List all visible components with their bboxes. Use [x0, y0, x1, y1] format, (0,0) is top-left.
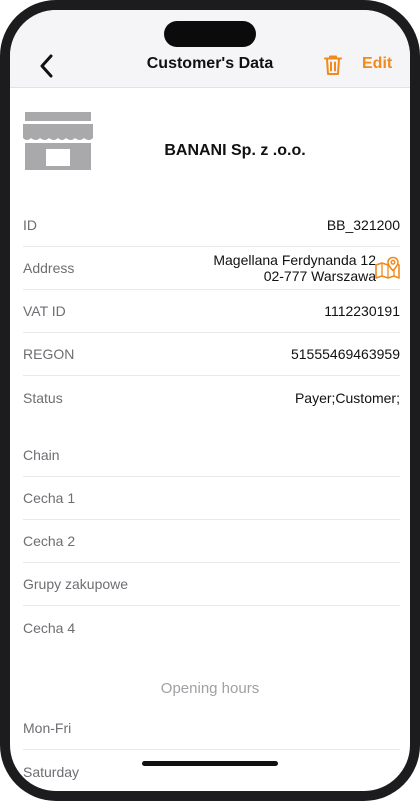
row-label: Grupy zakupowe	[23, 576, 129, 592]
row-label: REGON	[23, 346, 75, 362]
page-title: Customer's Data	[146, 55, 274, 72]
row-label: ID	[23, 217, 37, 233]
back-button[interactable]	[34, 52, 58, 80]
row-value: BB_321200	[326, 217, 400, 233]
row-value: 51555469463959	[290, 346, 400, 362]
store-icon	[23, 112, 93, 170]
opening-hours-title: Opening hours	[160, 680, 260, 697]
row-cecha-1: Cecha 1	[23, 477, 400, 520]
trash-icon	[324, 55, 342, 75]
row-chain: Chain	[23, 434, 400, 477]
customer-name: BANANI Sp. z .o.o.	[164, 142, 306, 159]
address-line-2: 02-777 Warszawa	[263, 268, 376, 284]
map-pin-icon[interactable]	[374, 256, 401, 280]
row-regon: REGON 51555469463959	[23, 333, 400, 376]
row-label: Cecha 1	[23, 490, 76, 506]
row-value: 1112230191	[324, 303, 400, 319]
dynamic-island	[164, 21, 256, 47]
row-cecha-2: Cecha 2	[23, 520, 400, 563]
row-status: Status Payer;Customer;	[23, 376, 400, 419]
row-label: Status	[23, 389, 63, 406]
row-vat-id: VAT ID 1112230191	[23, 290, 400, 333]
address-value: Magellana Ferdynanda 12 02-777 Warszawa	[213, 252, 376, 284]
row-label: Address	[23, 260, 75, 276]
chevron-left-icon	[40, 54, 53, 78]
row-label: Mon-Fri	[23, 720, 72, 736]
screen: Customer's Data Edit BANANI Sp. z .o.o.	[10, 10, 410, 791]
row-label: Cecha 4	[23, 619, 76, 636]
row-value: Payer;Customer;	[294, 389, 400, 406]
row-address: Address Magellana Ferdynanda 12 02-777 W…	[23, 247, 400, 290]
customer-header: BANANI Sp. z .o.o.	[10, 88, 410, 198]
row-id: ID BB_321200	[23, 204, 400, 247]
row-mon-fri: Mon-Fri	[23, 707, 400, 750]
delete-button[interactable]	[323, 54, 343, 76]
row-label: Saturday	[23, 763, 80, 780]
phone-frame: Customer's Data Edit BANANI Sp. z .o.o.	[0, 0, 420, 801]
row-saturday: Saturday	[23, 750, 400, 791]
row-label: Cecha 2	[23, 533, 76, 549]
row-label: VAT ID	[23, 303, 66, 319]
row-label: Chain	[23, 447, 60, 463]
row-grupy-zakupowe: Grupy zakupowe	[23, 563, 400, 606]
row-cecha-4: Cecha 4	[23, 606, 400, 649]
home-indicator	[142, 761, 278, 766]
address-line-1: Magellana Ferdynanda 12	[213, 252, 376, 268]
edit-button[interactable]: Edit	[362, 55, 392, 73]
